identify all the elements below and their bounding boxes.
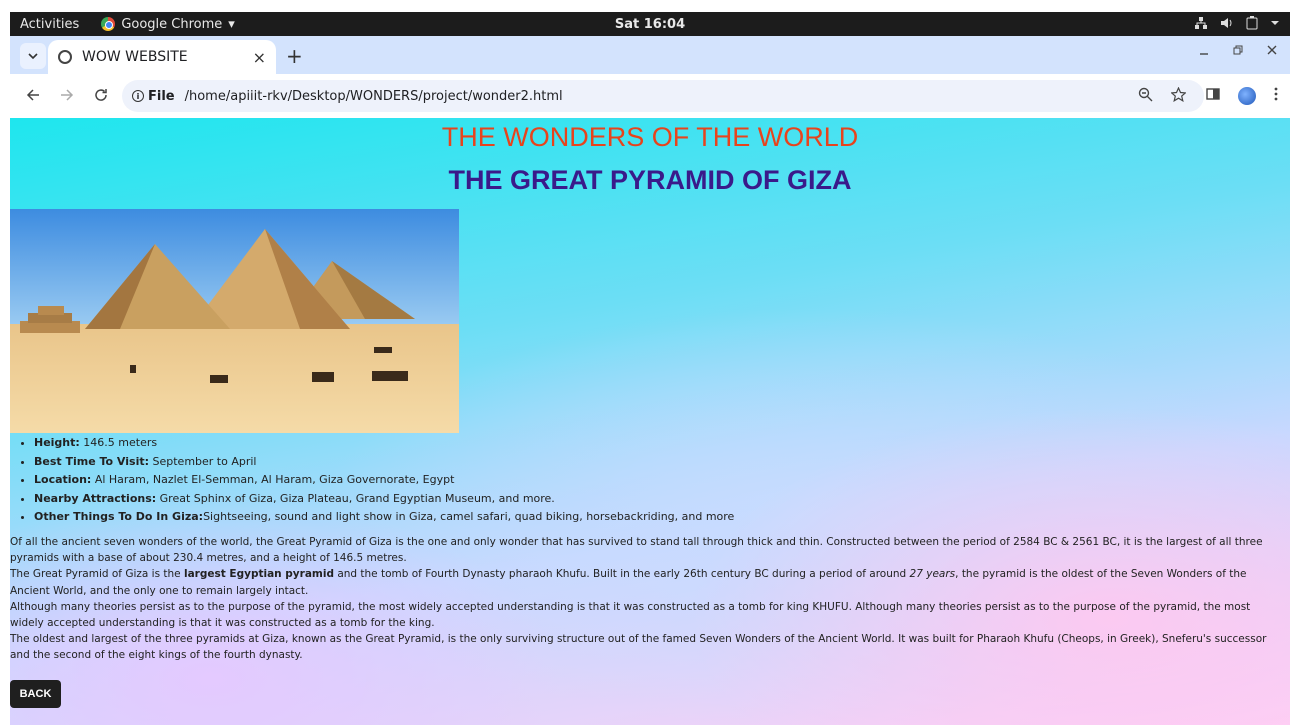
paragraph-3: Although many theories persist as to the…	[10, 600, 1251, 630]
list-item: Nearby Attractions: Great Sphinx of Giza…	[34, 490, 734, 509]
tab-close-icon[interactable]: ×	[253, 48, 266, 67]
battery-icon	[1246, 15, 1258, 33]
tab-title: WOW WEBSITE	[82, 49, 188, 65]
zoom-icon[interactable]	[1138, 87, 1153, 106]
network-icon	[1194, 16, 1208, 33]
chevron-down-icon: ▾	[228, 16, 235, 32]
facts-list: Height: 146.5 meters Best Time To Visit:…	[34, 434, 734, 527]
paragraph-4: The oldest and largest of the three pyra…	[10, 633, 1267, 662]
system-tray[interactable]	[1194, 15, 1280, 33]
browser-toolbar: i File /home/apiiit-rkv/Desktop/WONDERS/…	[10, 74, 1290, 118]
minimize-icon[interactable]	[1198, 44, 1210, 60]
back-button[interactable]: BACK	[10, 680, 61, 708]
new-tab-button[interactable]: +	[286, 44, 303, 68]
volume-icon	[1220, 16, 1234, 33]
list-item: Best Time To Visit: September to April	[34, 453, 734, 472]
system-menu-chevron-icon	[1270, 16, 1280, 33]
app-menu[interactable]: Google Chrome ▾	[101, 17, 235, 32]
paragraph-2: The Great Pyramid of Giza is the largest…	[10, 568, 1247, 597]
globe-icon	[58, 50, 72, 64]
toolbar-right	[1206, 87, 1278, 105]
clock[interactable]: Sat 16:04	[615, 17, 685, 32]
address-url[interactable]: /home/apiiit-rkv/Desktop/WONDERS/project…	[185, 89, 563, 104]
page-content: THE WONDERS OF THE WORLD THE GREAT PYRAM…	[10, 118, 1290, 725]
list-item: Other Things To Do In Giza:Sightseeing, …	[34, 508, 734, 527]
profile-avatar[interactable]	[1238, 87, 1256, 105]
reload-icon[interactable]	[90, 87, 112, 106]
app-name: Google Chrome	[121, 16, 223, 32]
tab-wow-website[interactable]: WOW WEBSITE ×	[48, 40, 276, 74]
bookmark-star-icon[interactable]	[1170, 86, 1187, 106]
list-item: Location: Al Haram, Nazlet El-Semman, Al…	[34, 471, 734, 490]
description-text: Of all the ancient seven wonders of the …	[10, 534, 1286, 664]
tab-strip: WOW WEBSITE × +	[10, 36, 1290, 74]
chevron-down-icon	[28, 53, 38, 60]
window-controls	[1198, 44, 1278, 60]
side-panel-icon[interactable]	[1206, 87, 1220, 105]
chrome-icon	[101, 17, 116, 31]
address-bar[interactable]: i File /home/apiiit-rkv/Desktop/WONDERS/…	[122, 80, 1204, 112]
back-arrow-icon[interactable]	[22, 87, 44, 106]
list-item: Height: 146.5 meters	[34, 434, 734, 453]
tab-search-button[interactable]	[20, 43, 46, 69]
close-window-icon[interactable]	[1266, 44, 1278, 60]
page-heading: THE WONDERS OF THE WORLD	[441, 122, 859, 152]
info-icon: i	[132, 90, 144, 102]
activities-button[interactable]: Activities	[20, 17, 79, 32]
page-subheading: THE GREAT PYRAMID OF GIZA	[448, 165, 852, 195]
restore-icon[interactable]	[1232, 44, 1244, 60]
omnibox-actions	[1138, 86, 1187, 106]
scheme-label: File	[148, 88, 175, 104]
site-info-chip[interactable]: i File	[132, 89, 175, 104]
forward-arrow-icon[interactable]	[56, 87, 78, 106]
system-top-bar: Activities Google Chrome ▾ Sat 16:04	[10, 12, 1290, 36]
pyramid-image	[10, 209, 459, 433]
paragraph-1: Of all the ancient seven wonders of the …	[10, 536, 1263, 565]
kebab-menu-icon[interactable]	[1274, 87, 1278, 105]
